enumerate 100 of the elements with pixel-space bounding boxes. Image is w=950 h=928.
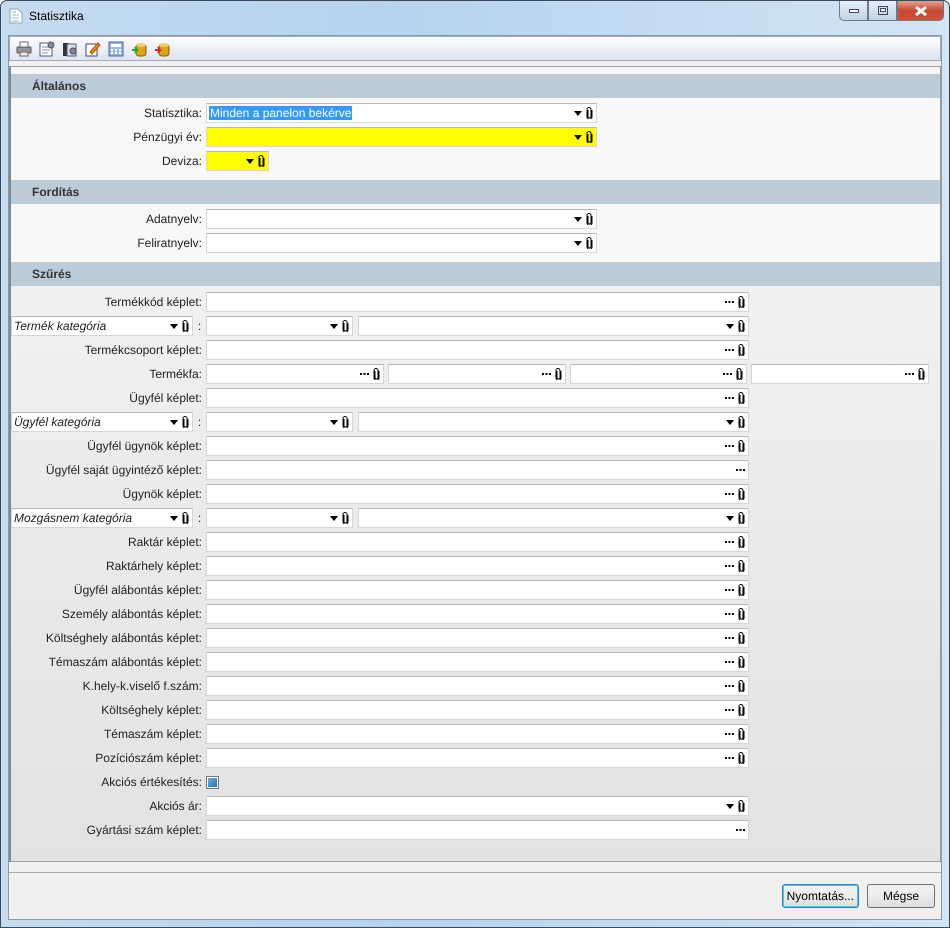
dropdown-arrow-icon[interactable] xyxy=(574,110,582,116)
paperclip-icon[interactable] xyxy=(342,416,349,428)
input-field[interactable] xyxy=(206,676,749,696)
input-field[interactable] xyxy=(206,484,749,504)
input-field[interactable] xyxy=(570,364,748,384)
input-field[interactable] xyxy=(206,556,749,576)
dropdown-arrow-icon[interactable] xyxy=(726,516,734,520)
dropdown-arrow-icon[interactable] xyxy=(726,804,734,808)
dropdown-field[interactable] xyxy=(206,151,269,171)
input-field[interactable] xyxy=(206,820,749,840)
dropdown-field[interactable] xyxy=(206,209,597,229)
paperclip-icon[interactable] xyxy=(738,584,745,596)
paperclip-icon[interactable] xyxy=(738,728,745,740)
paperclip-icon[interactable] xyxy=(918,368,925,380)
input-field[interactable] xyxy=(206,748,749,768)
print-button[interactable] xyxy=(14,39,33,58)
paperclip-icon[interactable] xyxy=(182,512,189,524)
paperclip-icon[interactable] xyxy=(738,680,745,692)
dropdown-arrow-icon[interactable] xyxy=(726,420,734,424)
dropdown-field[interactable] xyxy=(358,508,749,528)
field-label: Gyártási szám képlet: xyxy=(86,823,202,837)
dropdown-arrow-icon[interactable] xyxy=(574,216,582,222)
paperclip-icon[interactable] xyxy=(738,344,745,356)
paperclip-icon[interactable] xyxy=(738,488,745,500)
paperclip-icon[interactable] xyxy=(182,416,189,428)
field-label: K.hely-k.viselő f.szám: xyxy=(82,679,202,693)
input-field[interactable] xyxy=(206,724,749,744)
dropdown-arrow-icon[interactable] xyxy=(170,516,178,520)
paperclip-icon[interactable] xyxy=(738,392,745,404)
cancel-button[interactable]: Mégse xyxy=(867,884,935,908)
input-field[interactable] xyxy=(206,436,749,456)
print-button[interactable]: Nyomtatás... xyxy=(782,884,859,908)
paperclip-icon[interactable] xyxy=(372,368,380,380)
paperclip-icon[interactable] xyxy=(738,656,745,668)
paperclip-icon[interactable] xyxy=(586,107,593,119)
paperclip-icon[interactable] xyxy=(738,512,745,524)
dropdown-arrow-icon[interactable] xyxy=(726,324,734,328)
input-field[interactable] xyxy=(206,604,749,624)
dropdown-field[interactable]: Mozgásnem kategória xyxy=(11,508,193,528)
paperclip-icon[interactable] xyxy=(342,320,349,332)
minimize-icon xyxy=(848,8,858,12)
input-field[interactable] xyxy=(206,580,749,600)
input-field[interactable] xyxy=(206,292,749,312)
paperclip-icon[interactable] xyxy=(738,560,745,572)
dropdown-arrow-icon[interactable] xyxy=(170,324,178,328)
paperclip-icon[interactable] xyxy=(258,155,265,167)
paperclip-icon[interactable] xyxy=(736,368,744,380)
paperclip-icon[interactable] xyxy=(738,632,745,644)
input-field[interactable] xyxy=(206,460,749,480)
paperclip-icon[interactable] xyxy=(342,512,349,524)
input-field[interactable] xyxy=(388,364,566,384)
dropdown-field[interactable] xyxy=(358,412,749,432)
paperclip-icon[interactable] xyxy=(738,800,745,812)
dropdown-arrow-icon[interactable] xyxy=(574,240,582,246)
dropdown-arrow-icon[interactable] xyxy=(330,420,338,424)
dropdown-field[interactable]: Termék kategória xyxy=(11,316,193,336)
toolbar-button[interactable] xyxy=(106,39,125,58)
minimize-button[interactable] xyxy=(839,1,868,21)
paperclip-icon[interactable] xyxy=(738,440,745,452)
close-icon xyxy=(914,6,926,16)
input-field[interactable] xyxy=(206,388,749,408)
close-button[interactable] xyxy=(897,1,944,21)
dropdown-field[interactable] xyxy=(206,233,597,253)
field-label: Költséghely alábontás képlet: xyxy=(44,631,202,645)
paperclip-icon[interactable] xyxy=(738,296,745,308)
paperclip-icon[interactable] xyxy=(182,320,189,332)
dropdown-field[interactable] xyxy=(206,316,353,336)
dropdown-field[interactable] xyxy=(358,316,749,336)
paperclip-icon[interactable] xyxy=(738,608,745,620)
input-field[interactable] xyxy=(206,364,384,384)
paperclip-icon[interactable] xyxy=(738,320,745,332)
input-field[interactable] xyxy=(206,700,749,720)
paperclip-icon[interactable] xyxy=(554,368,562,380)
dropdown-arrow-icon[interactable] xyxy=(330,324,338,328)
paperclip-icon[interactable] xyxy=(586,213,593,225)
dropdown-arrow-icon[interactable] xyxy=(330,516,338,520)
dropdown-field[interactable] xyxy=(206,508,353,528)
paperclip-icon[interactable] xyxy=(586,237,593,249)
field-label: Költséghely képlet: xyxy=(100,703,202,717)
paperclip-icon[interactable] xyxy=(586,131,593,143)
input-field[interactable] xyxy=(751,364,929,384)
maximize-button[interactable] xyxy=(868,1,897,21)
paperclip-icon[interactable] xyxy=(738,536,745,548)
input-field[interactable] xyxy=(206,652,749,672)
dropdown-field[interactable] xyxy=(206,127,597,147)
input-field[interactable] xyxy=(206,532,749,552)
dropdown-field[interactable] xyxy=(206,796,749,816)
dropdown-arrow-icon[interactable] xyxy=(170,420,178,424)
checkbox[interactable] xyxy=(206,776,219,788)
dropdown-field[interactable] xyxy=(206,412,353,432)
paperclip-icon[interactable] xyxy=(738,752,745,764)
dropdown-arrow-icon[interactable] xyxy=(246,158,254,164)
paperclip-icon[interactable] xyxy=(738,704,745,716)
dropdown-arrow-icon[interactable] xyxy=(574,134,582,140)
window-title: Statisztika xyxy=(29,8,84,22)
dropdown-field[interactable]: Ügyfél kategória xyxy=(11,412,193,432)
paperclip-icon[interactable] xyxy=(738,416,745,428)
toolbar-button[interactable] xyxy=(37,39,56,58)
input-field[interactable] xyxy=(206,340,749,360)
input-field[interactable] xyxy=(206,628,749,648)
